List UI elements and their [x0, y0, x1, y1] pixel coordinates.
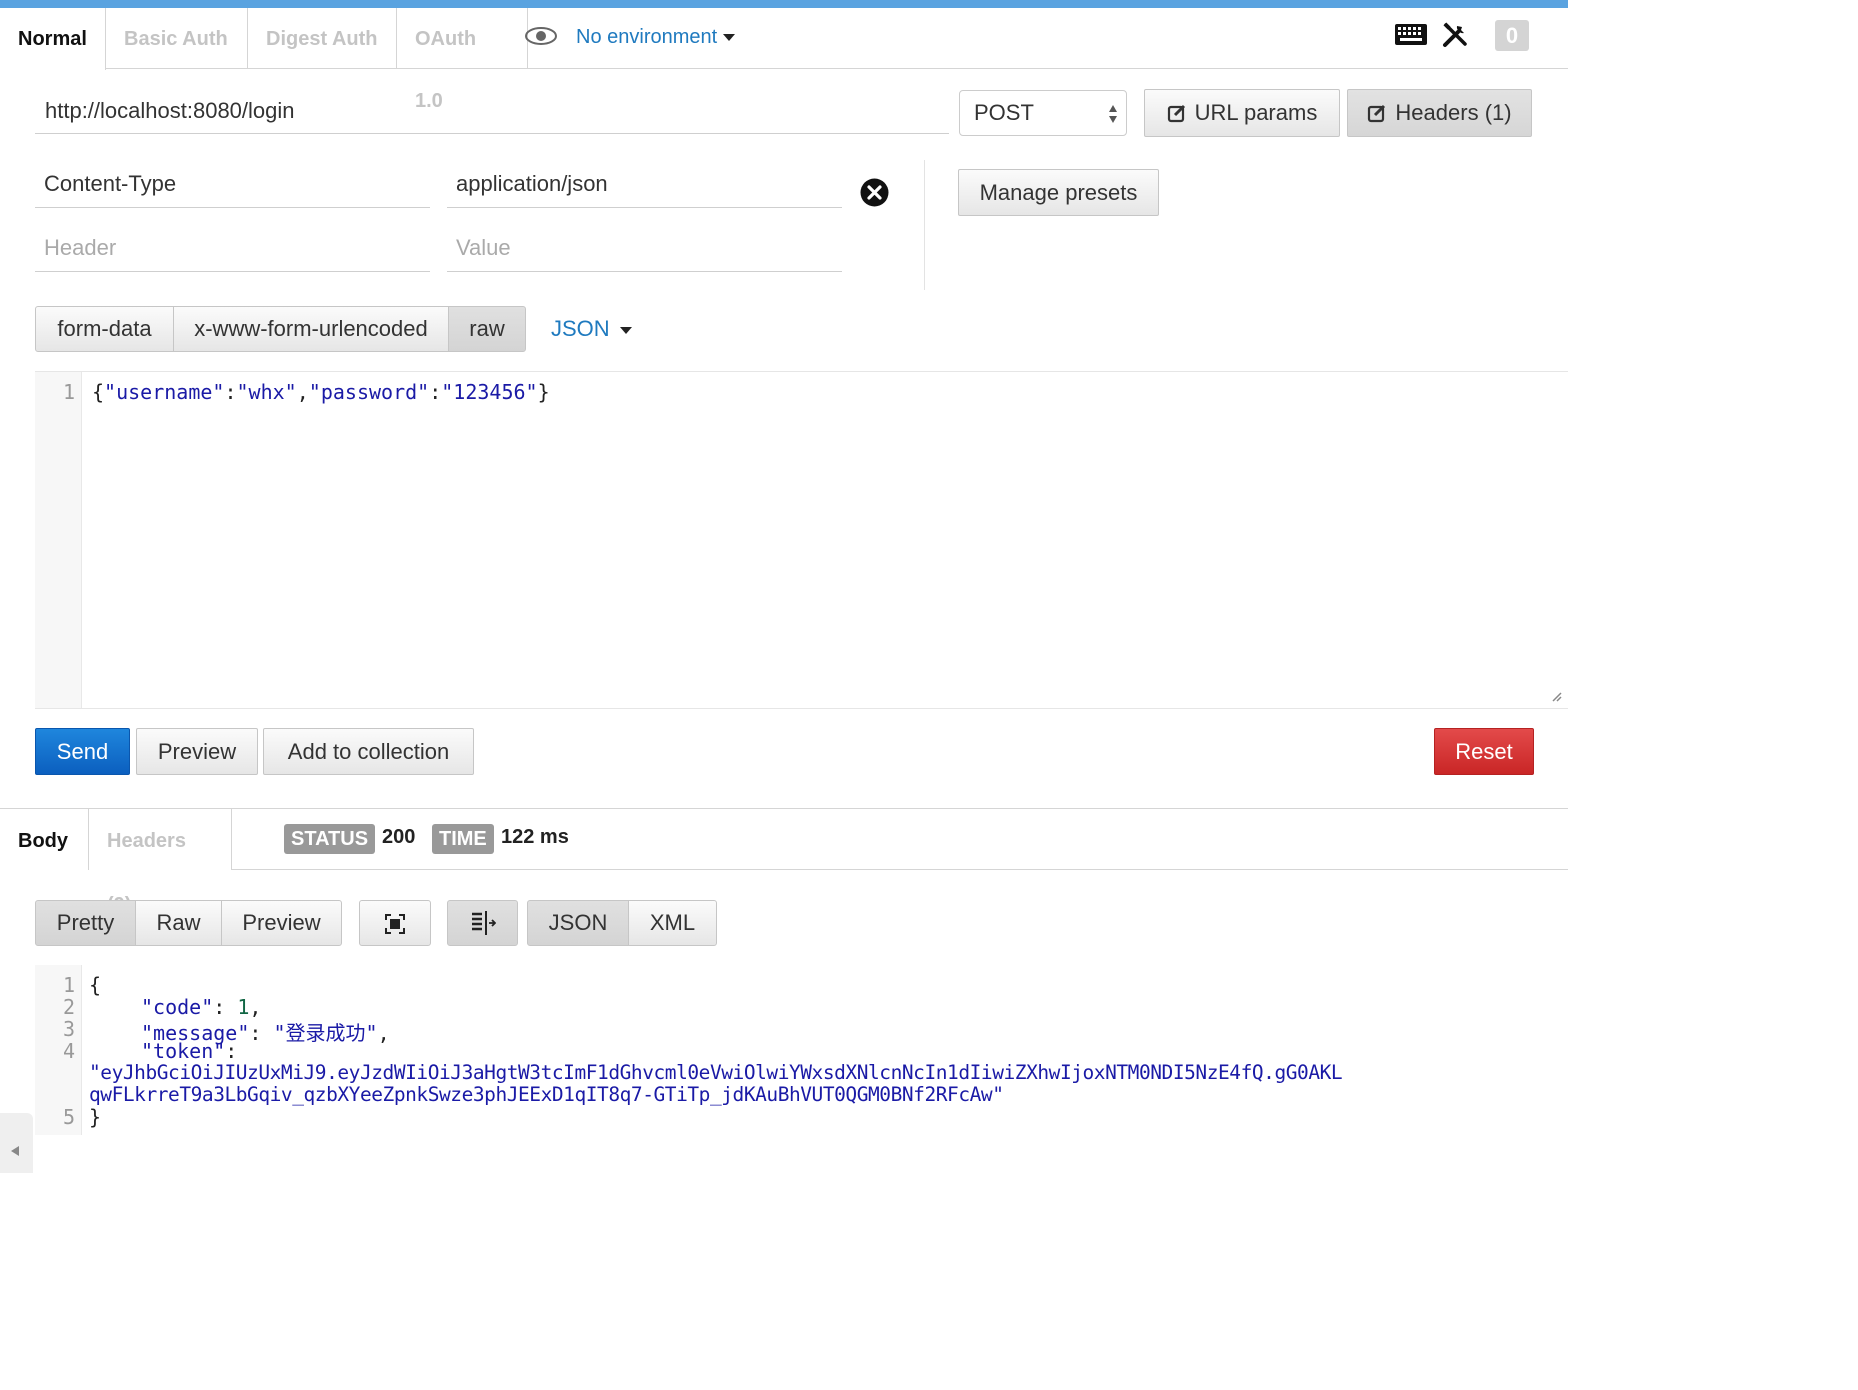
indent-button[interactable]	[447, 900, 518, 946]
chevron-down-icon	[619, 326, 632, 334]
body-type-urlencoded[interactable]: x-www-form-urlencoded	[173, 306, 449, 352]
eye-icon[interactable]	[524, 26, 558, 46]
top-accent-bar	[0, 0, 1568, 8]
keyboard-icon[interactable]	[1394, 23, 1428, 46]
tab-oauth[interactable]: OAuth 1.0	[397, 8, 528, 112]
method-value: POST	[974, 100, 1034, 125]
url-params-label: URL params	[1194, 100, 1318, 125]
line-number: 5	[62, 1105, 75, 1129]
response-body-viewer[interactable]: 1 2 3 4 5 { "code": 1, "message": "登录成功"…	[35, 965, 1568, 1135]
environment-label: No environment	[576, 26, 718, 48]
tab-normal[interactable]: Normal	[0, 8, 106, 70]
resize-handle-icon[interactable]	[1550, 690, 1562, 702]
view-preview[interactable]: Preview	[221, 900, 342, 946]
time-label: TIME	[432, 824, 494, 854]
edit-icon	[1167, 104, 1185, 123]
reset-button[interactable]: Reset	[1434, 728, 1534, 775]
line-number: 1	[62, 973, 75, 997]
code-line: {"username":"whx","password":"123456"}	[92, 380, 550, 404]
tools-icon[interactable]	[1442, 22, 1468, 48]
format-json[interactable]: JSON	[527, 900, 629, 946]
headers-button[interactable]: Headers (1)	[1347, 89, 1532, 137]
fullscreen-icon	[385, 914, 405, 934]
scroll-left-button[interactable]	[0, 1113, 33, 1173]
url-input[interactable]	[35, 88, 949, 134]
environment-dropdown[interactable]: No environment	[576, 26, 736, 49]
section-divider	[0, 808, 1568, 809]
manage-presets-button[interactable]: Manage presets	[958, 169, 1159, 216]
line-number: 4	[62, 1039, 75, 1063]
line-number: 1	[62, 380, 75, 404]
indent-icon	[471, 911, 496, 935]
tab-digest-auth[interactable]: Digest Auth	[248, 8, 397, 69]
view-raw[interactable]: Raw	[135, 900, 222, 946]
preview-button[interactable]: Preview	[136, 728, 258, 775]
request-body-editor[interactable]: 1 {"username":"whx","password":"123456"}	[35, 371, 1568, 709]
view-pretty[interactable]: Pretty	[35, 900, 136, 946]
tabs-underline	[232, 869, 1568, 870]
raw-format-dropdown[interactable]: JSON	[551, 316, 632, 342]
edit-icon	[1368, 104, 1386, 123]
header-key-field[interactable]: Content-Type	[35, 160, 430, 208]
add-to-collection-button[interactable]: Add to collection	[263, 728, 474, 775]
code-line: {	[89, 973, 102, 997]
fullscreen-button[interactable]	[359, 900, 431, 946]
header-value-field[interactable]: application/json	[447, 160, 842, 208]
tab-response-body[interactable]: Body	[0, 809, 89, 870]
line-gutter: 1	[35, 372, 82, 708]
chevron-down-icon	[723, 34, 736, 42]
url-params-button[interactable]: URL params	[1144, 89, 1340, 137]
line-number: 3	[62, 1017, 75, 1041]
divider	[924, 160, 925, 290]
chevron-left-icon	[11, 1146, 19, 1156]
line-gutter: 1 2 3 4 5	[35, 965, 82, 1135]
raw-format-label: JSON	[551, 316, 610, 341]
code-line: "code": 1,	[141, 995, 262, 1019]
remove-header-icon[interactable]	[859, 177, 890, 208]
status-label: STATUS	[284, 824, 376, 854]
send-button[interactable]: Send	[35, 728, 130, 775]
tab-response-headers[interactable]: Headers (9)	[89, 809, 232, 916]
body-type-raw[interactable]: raw	[448, 306, 526, 352]
notification-count-badge[interactable]: 0	[1495, 20, 1529, 51]
method-select[interactable]: POST	[959, 90, 1127, 136]
time-value: 122 ms	[501, 826, 569, 848]
code-line: qwFLkrreT9a3LbGqiv_qzbXYeeZpnkSwze3phJEE…	[89, 1083, 1004, 1106]
auth-tabs: Normal Basic Auth Digest Auth OAuth 1.0	[0, 8, 1568, 112]
code-line: "token":	[141, 1039, 238, 1063]
header-key-input[interactable]: Header	[35, 224, 430, 272]
line-number: 2	[62, 995, 75, 1019]
body-type-form-data[interactable]: form-data	[35, 306, 174, 352]
headers-label: Headers (1)	[1395, 100, 1512, 125]
format-xml[interactable]: XML	[628, 900, 717, 946]
header-value-input[interactable]: Value	[447, 224, 842, 272]
code-line: }	[89, 1105, 102, 1129]
status-value: 200	[382, 826, 416, 848]
updown-arrows-icon	[1109, 105, 1117, 123]
tab-basic-auth[interactable]: Basic Auth	[106, 8, 248, 69]
code-line: "eyJhbGciOiJIUzUxMiJ9.eyJzdWIiOiJ3aHgtW3…	[89, 1061, 1343, 1084]
